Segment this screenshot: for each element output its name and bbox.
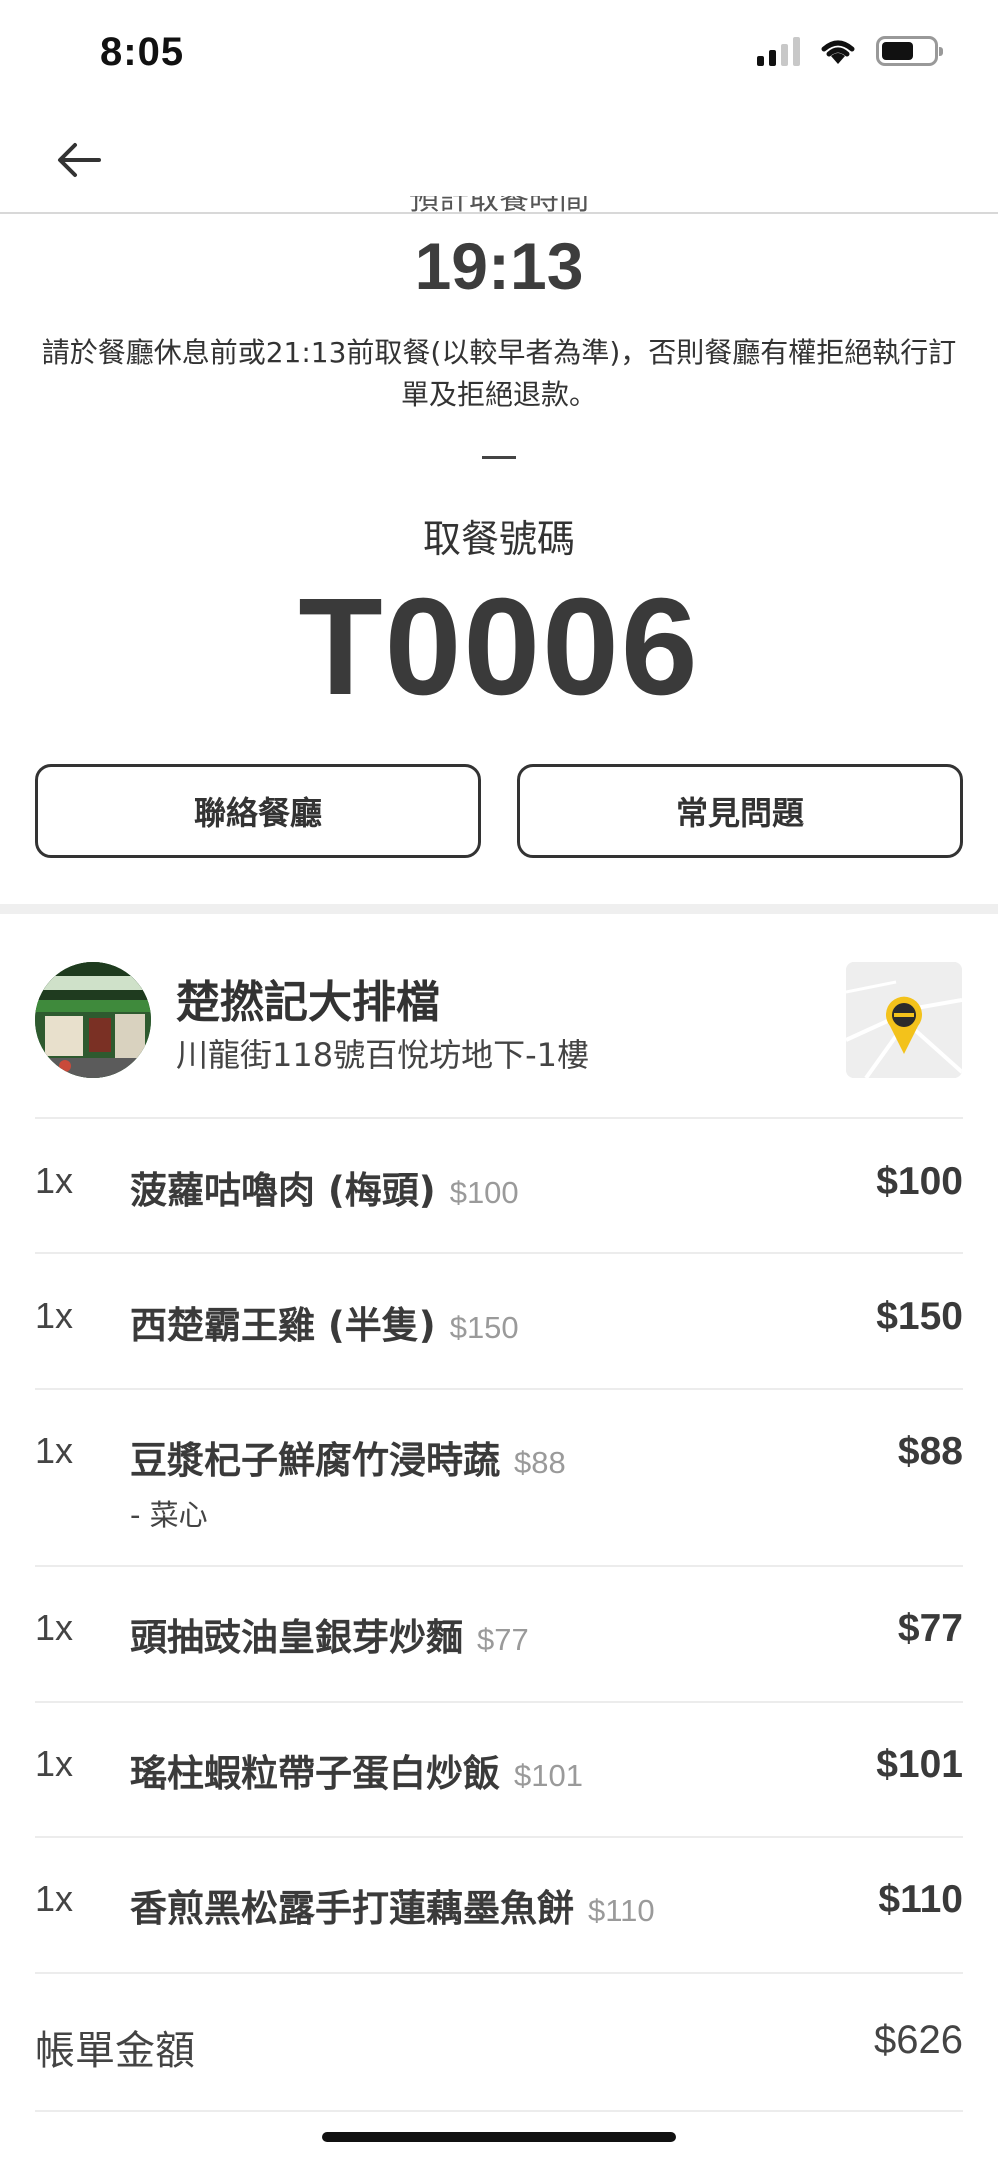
item-total: $101 (876, 1743, 963, 1786)
section-separator (0, 904, 998, 914)
short-divider (482, 456, 516, 459)
item-unit-price: $100 (449, 1175, 519, 1210)
item-name: 香煎黑松露手打蓮藕墨魚餅 (130, 1887, 574, 1930)
item-quantity: 1x (35, 1878, 74, 1919)
pickup-number-label: 取餐號碼 (422, 517, 575, 561)
home-indicator[interactable] (322, 2132, 676, 2142)
bill-total-label: 帳單金額 (35, 2028, 195, 2074)
item-name: 瑤柱蝦粒帶子蛋白炒飯 (130, 1752, 500, 1795)
item-unit-price: $101 (514, 1758, 583, 1793)
item-unit-price: $110 (588, 1893, 655, 1928)
item-quantity: 1x (35, 1607, 74, 1648)
item-name: 豆漿杞子鮮腐竹浸時蔬 (130, 1439, 500, 1482)
item-quantity: 1x (35, 1743, 74, 1784)
wifi-icon (821, 40, 855, 64)
item-name: 菠蘿咕嚕肉 (梅頭) (130, 1169, 436, 1212)
pickup-notice: 請於餐廳休息前或21:13前取餐(以較早者為準)，否則餐廳有權拒絕執行訂單及拒絕… (41, 336, 957, 411)
pickup-number: T0006 (298, 570, 700, 724)
divider (35, 1388, 963, 1390)
pickup-time: 19:13 (414, 229, 584, 303)
divider (35, 1836, 963, 1838)
divider (35, 2110, 963, 2112)
item-unit-price: $88 (514, 1445, 566, 1480)
arrow-left-icon (58, 143, 101, 177)
divider (35, 1117, 963, 1119)
header-divider (0, 212, 998, 214)
contact-restaurant-button[interactable]: 聯絡餐廳 (35, 764, 481, 858)
cellular-signal-icon (757, 36, 800, 66)
restaurant-name: 楚撚記大排檔 (176, 977, 440, 1028)
faq-button[interactable]: 常見問題 (517, 764, 963, 858)
restaurant-address: 川龍街118號百悅坊地下-1樓 (176, 1036, 589, 1074)
back-button[interactable] (44, 130, 114, 190)
divider (35, 1701, 963, 1703)
bill-total-amount: $626 (874, 2018, 963, 2062)
item-name: 西楚霸王雞 (半隻) (130, 1304, 436, 1347)
item-quantity: 1x (35, 1160, 74, 1201)
status-icons (757, 36, 943, 66)
divider (35, 1565, 963, 1567)
item-name: 頭抽豉油皇銀芽炒麵 (130, 1616, 463, 1659)
item-total: $150 (876, 1295, 963, 1338)
item-total: $110 (878, 1878, 963, 1921)
item-quantity: 1x (35, 1295, 74, 1336)
restaurant-avatar (35, 962, 151, 1078)
item-total: $100 (876, 1160, 963, 1203)
map-thumbnail[interactable] (846, 962, 962, 1078)
item-unit-price: $150 (449, 1310, 519, 1345)
item-option: - 菜心 (130, 1498, 208, 1532)
item-total: $77 (897, 1607, 963, 1650)
status-time: 8:05 (100, 30, 185, 74)
item-total: $88 (897, 1430, 963, 1473)
item-unit-price: $77 (477, 1622, 529, 1657)
item-quantity: 1x (35, 1430, 74, 1471)
divider (35, 1972, 963, 1974)
battery-icon (876, 36, 943, 66)
divider (35, 1252, 963, 1254)
